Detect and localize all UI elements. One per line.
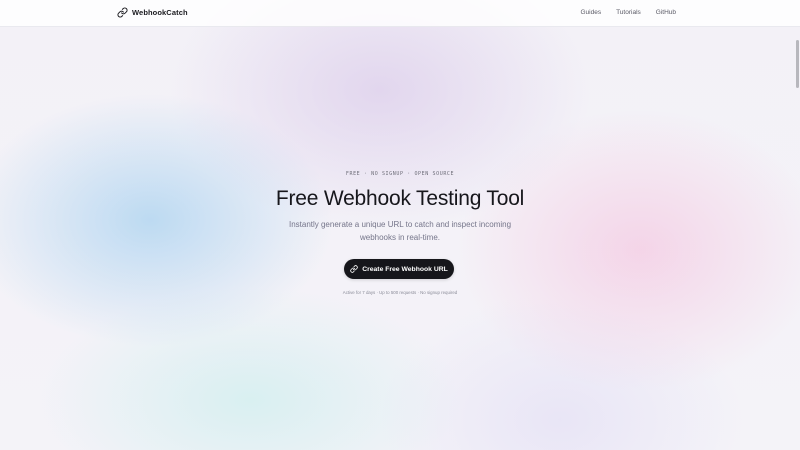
page-title: Free Webhook Testing Tool <box>275 187 525 210</box>
link-icon <box>117 7 128 18</box>
create-webhook-url-label: Create Free Webhook URL <box>362 265 448 273</box>
nav-link-guides[interactable]: Guides <box>580 9 601 16</box>
hero-eyebrow: FREE · NO SIGNUP · OPEN SOURCE <box>345 171 455 177</box>
link-icon <box>350 265 358 273</box>
hero-meta-text: Active for 7 days · Up to 500 requests ·… <box>342 290 458 295</box>
nav-link-tutorials[interactable]: Tutorials <box>616 9 641 16</box>
top-navbar: WebhookCatch Guides Tutorials GitHub <box>0 0 800 27</box>
nav-link-github[interactable]: GitHub <box>656 9 676 16</box>
main-nav: Guides Tutorials GitHub <box>580 9 676 16</box>
page-scrollbar[interactable] <box>794 0 800 450</box>
scrollbar-thumb[interactable] <box>796 40 799 88</box>
hero-subtitle: Instantly generate a unique URL to catch… <box>288 220 512 242</box>
brand-logo-link[interactable]: WebhookCatch <box>117 7 188 18</box>
brand-name: WebhookCatch <box>132 8 188 17</box>
create-webhook-url-button[interactable]: Create Free Webhook URL <box>344 259 454 279</box>
